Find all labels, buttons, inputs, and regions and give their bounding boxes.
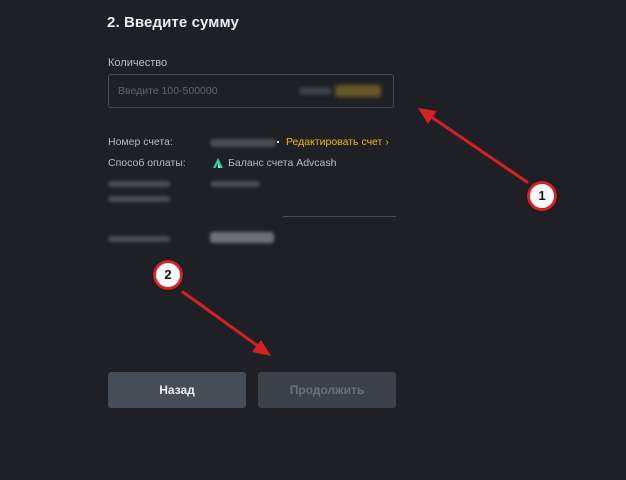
amount-input[interactable] xyxy=(118,75,298,107)
payment-method-label: Способ оплаты: xyxy=(108,157,186,169)
redacted-total-value xyxy=(210,232,274,243)
arrow-1-head xyxy=(418,108,437,124)
redacted-total-label xyxy=(108,236,170,242)
annotation-marker-2: 2 xyxy=(153,260,183,290)
amount-label: Количество xyxy=(108,57,168,69)
step-title: 2. Введите сумму xyxy=(107,14,239,31)
arrow-2-line xyxy=(181,290,264,351)
redacted-detail-label xyxy=(108,196,170,202)
redacted-detail-value xyxy=(210,181,260,187)
redacted-detail-label xyxy=(108,181,170,187)
separator-dot xyxy=(277,141,279,143)
annotation-arrows xyxy=(181,108,529,356)
redacted-currency xyxy=(335,85,381,97)
edit-account-label: Редактировать счет xyxy=(286,136,383,148)
account-number-label: Номер счета: xyxy=(108,136,173,148)
continue-button[interactable]: Продолжить xyxy=(258,372,396,408)
arrow-2-head xyxy=(252,340,271,356)
arrow-1-line xyxy=(425,112,529,184)
divider xyxy=(283,216,396,217)
annotation-marker-1: 1 xyxy=(527,181,557,211)
amount-field[interactable] xyxy=(108,74,394,108)
payment-method-value: Баланс счета Advcash xyxy=(228,157,337,169)
advcash-logo-icon xyxy=(213,158,223,168)
redacted-limit-text xyxy=(299,87,331,95)
back-button[interactable]: Назад xyxy=(108,372,246,408)
redacted-account-number xyxy=(210,139,276,147)
edit-account-link[interactable]: Редактировать счет › xyxy=(286,136,389,148)
chevron-right-icon: › xyxy=(385,136,389,148)
